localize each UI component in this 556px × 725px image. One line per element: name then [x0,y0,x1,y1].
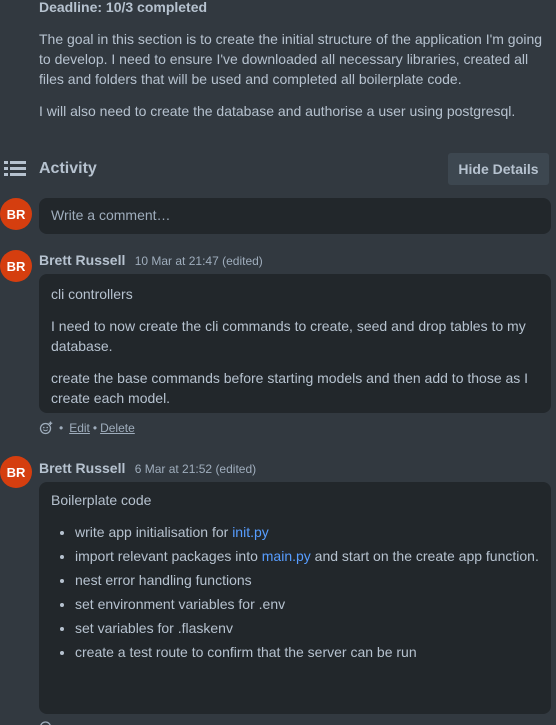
comment-input[interactable]: Write a comment… [39,198,551,234]
separator-dot: • [59,421,64,435]
add-reaction-icon[interactable] [39,718,53,725]
comment-author[interactable]: Brett Russell [39,460,125,476]
edited-label: (edited) [215,462,257,476]
list-item: nest error handling functions [75,570,539,590]
activity-list-icon [4,161,26,176]
comment-author[interactable]: Brett Russell [39,252,125,268]
delete-link[interactable]: Delete [100,421,135,435]
activity-header: Activity Hide Details [0,152,556,186]
card-description: Deadline: 10/3 completed The goal in thi… [39,0,551,121]
comment-line: cli controllers [51,286,133,302]
list-item-text: import relevant packages into [75,548,262,564]
comment-body[interactable]: Boilerplate code write app initialisatio… [39,482,551,714]
file-link[interactable]: main.py [262,548,311,564]
list-item-text: and start on the create app function. [310,548,539,564]
bullet-list: write app initialisation for init.py imp… [75,522,539,662]
comment-heading: Boilerplate code [51,492,152,508]
add-reaction-icon[interactable] [39,421,53,435]
activity-title: Activity [39,160,97,177]
deadline-text: Deadline: 10/3 completed [39,0,208,15]
avatar[interactable]: BR [0,250,32,282]
description-paragraph: I will also need to create the database … [39,103,516,119]
separator-dot: • [92,421,98,435]
comment-meta: Brett Russell 6 Mar at 21:52 (edited) [39,460,256,476]
comment-actions: • Edit • Delete [39,421,135,435]
avatar[interactable]: BR [0,456,32,488]
comment-meta: Brett Russell 10 Mar at 21:47 (edited) [39,252,263,268]
hide-details-button[interactable]: Hide Details [448,153,549,185]
list-item: set environment variables for .env [75,594,539,614]
list-item: import relevant packages into main.py an… [75,546,539,566]
avatar[interactable]: BR [0,198,32,230]
edit-link[interactable]: Edit [69,421,90,435]
comment-timestamp[interactable]: 10 Mar at 21:47 [135,254,219,268]
file-link[interactable]: init.py [232,524,269,540]
list-item-text: write app initialisation for [75,524,233,540]
list-item: write app initialisation for init.py [75,522,539,542]
list-item: create a test route to confirm that the … [75,642,539,662]
description-paragraph: The goal in this section is to create th… [39,31,543,87]
edited-label: (edited) [222,254,263,268]
comment-body[interactable]: cli controllers I need to now create the… [39,274,551,413]
comment-timestamp[interactable]: 6 Mar at 21:52 [135,462,212,476]
comment-line: create the base commands before starting… [51,370,529,406]
list-item: set variables for .flaskenv [75,618,539,638]
comment-line: I need to now create the cli commands to… [51,318,526,354]
